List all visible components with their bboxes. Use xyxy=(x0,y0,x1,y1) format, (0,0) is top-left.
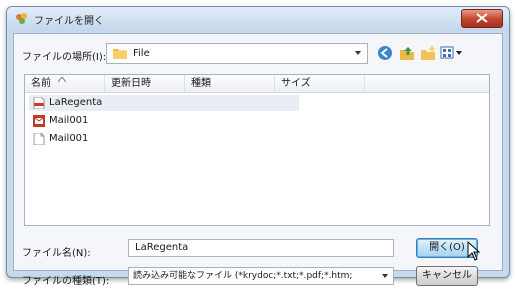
column-name[interactable]: 名前 xyxy=(25,75,105,92)
close-button[interactable] xyxy=(461,9,503,28)
look-in-label: ファイルの場所(I): xyxy=(22,52,107,63)
filetype-value: 読み込み可能なファイル (*krydoc;*.txt;*.pdf;*.htm; xyxy=(133,271,353,281)
window-title: ファイルを開く xyxy=(34,16,104,27)
column-type[interactable]: 種類 xyxy=(185,75,275,92)
look-in-combo[interactable]: File xyxy=(106,43,368,64)
column-modified[interactable]: 更新日時 xyxy=(105,75,185,92)
file-row[interactable]: Mail001 xyxy=(29,113,299,129)
sort-caret-icon xyxy=(58,77,66,82)
file-name: LaRegenta xyxy=(49,97,103,108)
pdf-document-icon xyxy=(33,96,45,110)
folder-icon xyxy=(113,47,127,62)
filename-input[interactable]: LaRegenta xyxy=(128,239,394,257)
file-row[interactable]: LaRegenta xyxy=(29,95,299,111)
view-menu-icon xyxy=(440,46,462,59)
app-icon xyxy=(15,12,29,26)
blank-document-icon xyxy=(33,132,45,146)
chevron-down-icon[interactable] xyxy=(352,47,364,59)
new-folder-icon xyxy=(421,45,436,60)
cancel-button[interactable]: キャンセル xyxy=(416,266,478,286)
up-folder-button[interactable] xyxy=(398,44,416,62)
open-file-dialog: ファイルを開く ファイルの場所(I): File 名前 更新日時 種類 サイズ … xyxy=(6,6,510,287)
column-size[interactable]: サイズ xyxy=(275,75,365,92)
filetype-label: ファイルの種類(T): xyxy=(22,276,110,287)
back-arrow-icon xyxy=(378,46,392,60)
file-list[interactable]: 名前 更新日時 種類 サイズ LaRegenta Mail001 Mail001 xyxy=(24,74,490,226)
column-header: 名前 更新日時 種類 サイズ xyxy=(25,75,489,93)
mouse-cursor-icon xyxy=(467,241,481,261)
chevron-down-icon[interactable] xyxy=(380,271,390,284)
title-bar[interactable]: ファイルを開く xyxy=(7,7,509,31)
close-x-icon xyxy=(476,13,488,23)
mail-file-icon xyxy=(33,115,45,127)
filename-label: ファイル名(N): xyxy=(22,248,91,259)
view-menu-button[interactable] xyxy=(440,44,464,62)
file-name: Mail001 xyxy=(49,115,89,126)
file-name: Mail001 xyxy=(49,133,89,144)
dialog-body: ファイルの場所(I): File 名前 更新日時 種類 サイズ LaRegent… xyxy=(13,33,503,287)
up-folder-icon xyxy=(400,47,414,60)
filetype-combo[interactable]: 読み込み可能なファイル (*krydoc;*.txt;*.pdf;*.htm; xyxy=(128,267,394,285)
look-in-value: File xyxy=(133,48,150,59)
back-button[interactable] xyxy=(376,44,394,62)
new-folder-button[interactable] xyxy=(419,44,437,62)
file-row[interactable]: Mail001 xyxy=(29,131,299,147)
